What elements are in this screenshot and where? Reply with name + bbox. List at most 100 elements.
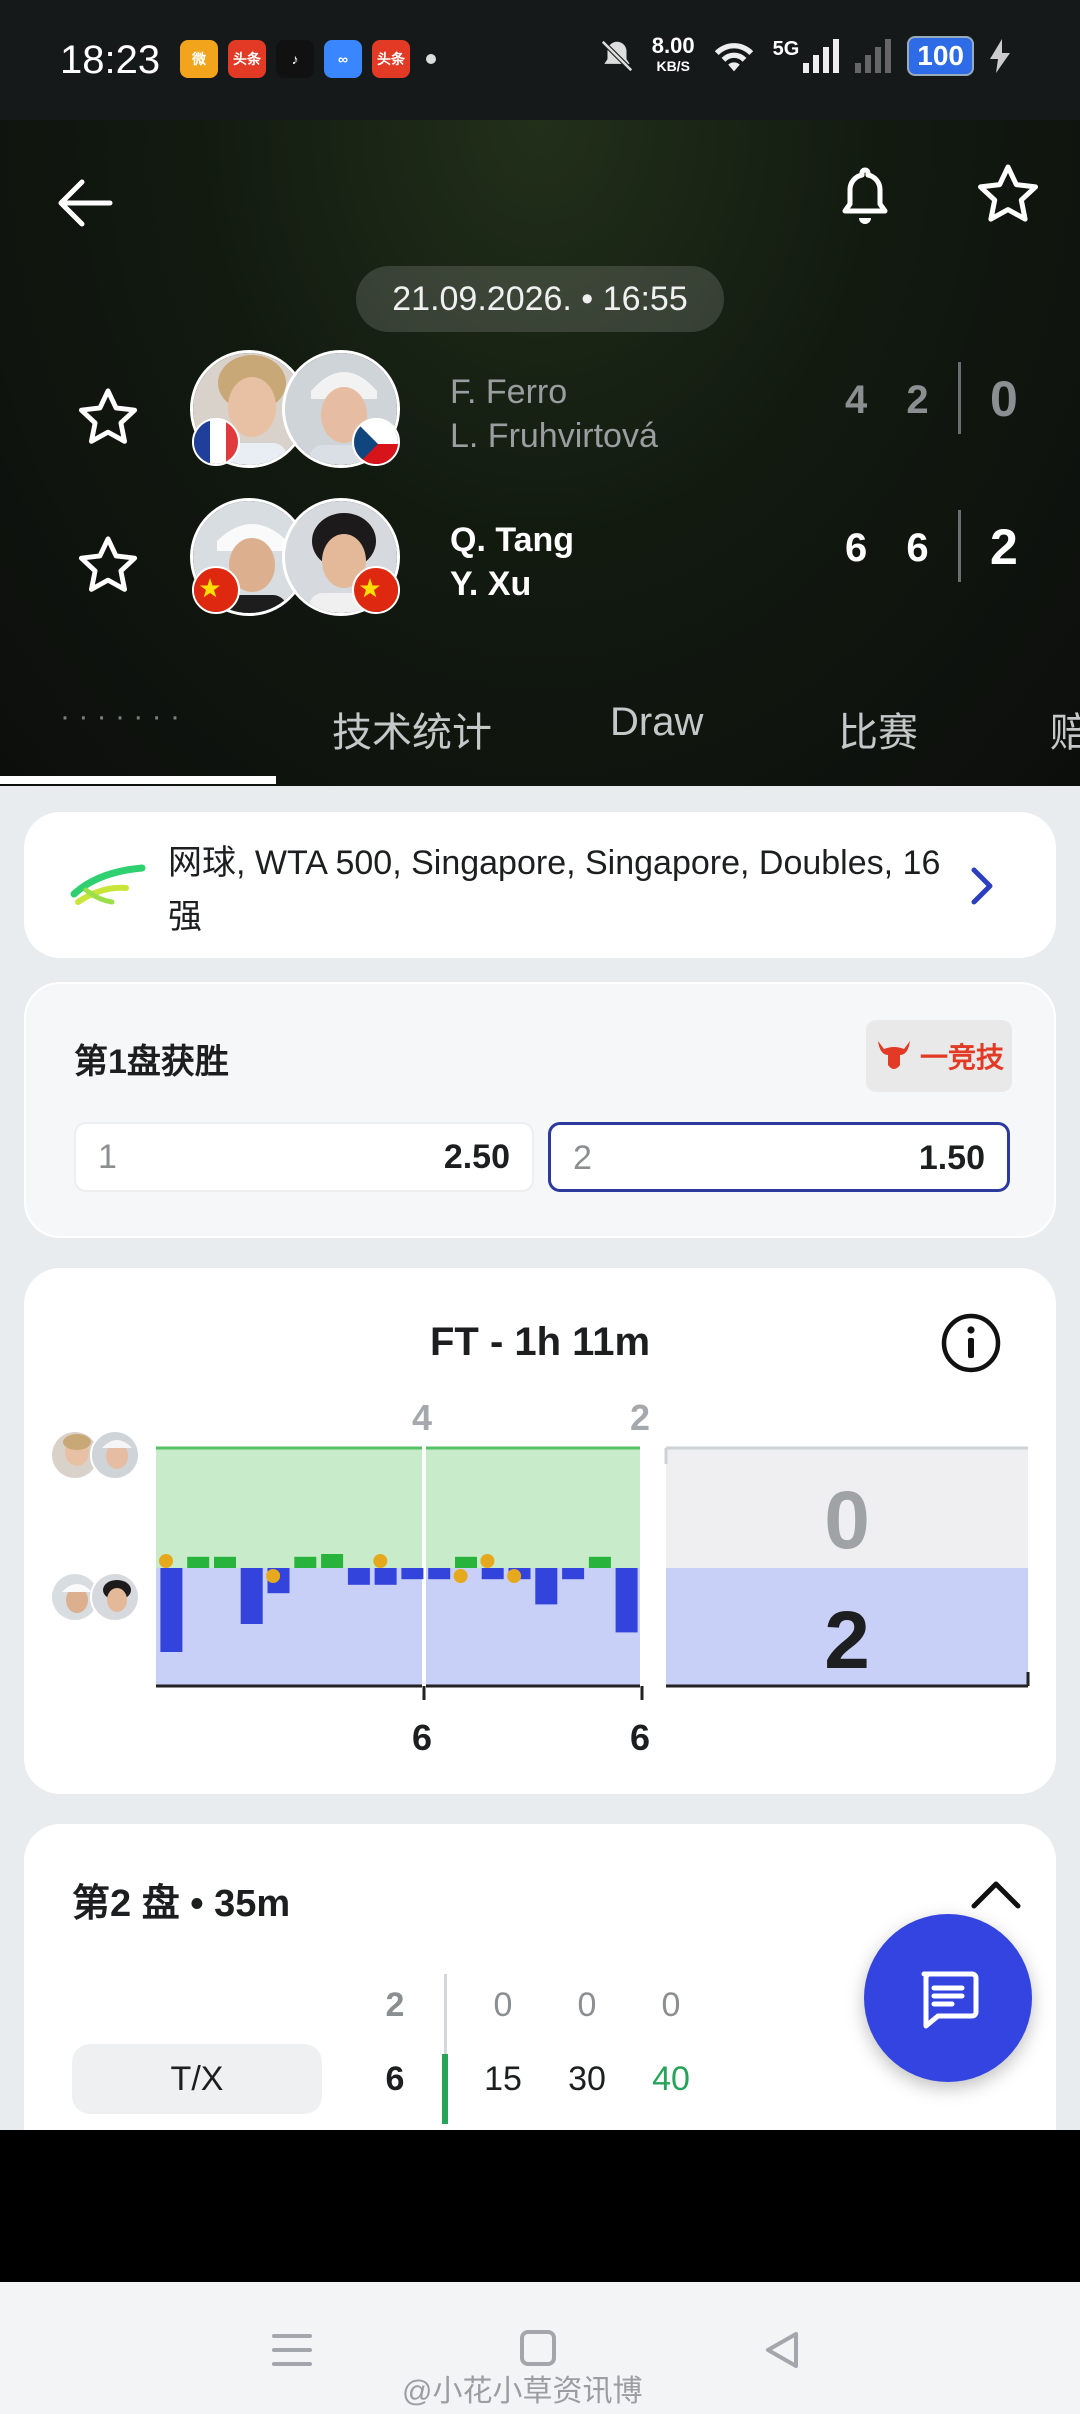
status-time: 18:23 (60, 38, 161, 82)
momentum-chart: 4 2 6 6 0 2 (156, 1397, 1030, 1758)
odds-option-2[interactable]: 2 1.50 (548, 1122, 1010, 1192)
odds-market-title: 第1盘获胜 (74, 1043, 229, 1081)
team-favorite-star-icon[interactable] (76, 386, 140, 450)
league-card[interactable]: 网球, WTA 500, Singapore, Singapore, Doubl… (24, 812, 1056, 958)
game-bar (428, 1568, 451, 1580)
set-scores: 6 6 (845, 526, 943, 570)
top-point: 0 (577, 1986, 597, 2024)
chat-button[interactable] (864, 1914, 1032, 2082)
chevron-right-icon[interactable] (962, 862, 1002, 910)
score-top: 0 (824, 1475, 870, 1566)
sets-won: 0 (990, 371, 1018, 427)
team-names: F. Ferro L. Fruhvirtová (450, 370, 658, 458)
set1-bottom-label: 6 (412, 1717, 432, 1758)
game-bar (240, 1568, 263, 1624)
set1-top-label: 4 (412, 1397, 432, 1438)
game-bar (455, 1556, 477, 1568)
tab-stats[interactable]: 技术统计 (332, 700, 492, 758)
set2-bottom-label: 6 (630, 1717, 650, 1758)
odds-card: 第1盘获胜 一竞技 1 2.50 2 1.50 (24, 982, 1056, 1238)
top-set-score: 2 (385, 1986, 405, 2024)
status-indicators: 8.00 KB/S 5G 100 (598, 33, 1010, 76)
game-bar (321, 1554, 344, 1568)
league-info: 网球, WTA 500, Singapore, Singapore, Doubl… (168, 844, 941, 936)
serving-indicator (442, 2054, 448, 2124)
chart-top-area (156, 1448, 642, 1568)
sets-won: 2 (990, 519, 1018, 575)
game-bar (160, 1568, 183, 1652)
game-bar (562, 1568, 585, 1580)
charging-icon (990, 39, 1010, 73)
match-datetime: 21.09.2026. • 16:55 (356, 266, 724, 332)
team-row-1[interactable]: F. Ferro L. Fruhvirtová 4 2 0 (0, 350, 1080, 480)
more-notifications-dot (426, 54, 436, 64)
odds-value: 2.50 (443, 1138, 510, 1176)
game-bar (347, 1568, 370, 1585)
status-bar: 18:23 微头条 ♪ ∞ 头条 8.00 KB/S 5G 100 (0, 0, 1080, 120)
bottom-set-score: 6 (385, 2060, 405, 2098)
team-favorite-star-icon[interactable] (76, 534, 140, 598)
weibo-app-icon: 微 (180, 40, 218, 78)
game-bar (481, 1568, 504, 1580)
mute-bell-icon (600, 40, 633, 72)
game-bar (374, 1568, 397, 1585)
tab-matches[interactable]: 比赛 (838, 700, 918, 758)
set2-title: 第2 盘 • 35m (72, 1883, 291, 1925)
player-name: L. Fruhvirtová (450, 417, 658, 455)
wta-logo-icon (70, 864, 146, 905)
home-icon[interactable] (518, 2328, 558, 2368)
odds-label: 1 (98, 1138, 117, 1176)
flag-czech-icon (352, 418, 400, 466)
watermark: @小花小草资讯博 (402, 2375, 643, 2408)
tab-bar: · · · · · · · 技术统计 Draw 比赛 赔 (0, 680, 1080, 784)
set2-top-label: 2 (630, 1397, 650, 1438)
tiktok-app-icon: ♪ (276, 40, 314, 78)
toutiao-lite-app-icon: 头条 (372, 40, 410, 78)
game-bar (588, 1556, 611, 1568)
signal-icon (803, 39, 840, 73)
tab-draw[interactable]: Draw (610, 700, 703, 745)
flag-france-icon (192, 418, 240, 466)
player-name: F. Ferro (450, 373, 568, 411)
team-names: Q. Tang Y. Xu (450, 518, 574, 606)
top-point: 0 (493, 1986, 513, 2024)
tennis-ball-icon (507, 1569, 522, 1583)
team-row-2[interactable]: Q. Tang Y. Xu 6 6 2 (0, 498, 1080, 628)
bell-icon[interactable] (835, 162, 895, 232)
flag-china-icon (352, 566, 400, 614)
flag-china-icon (192, 566, 240, 614)
odds-option-1[interactable]: 1 2.50 (74, 1122, 534, 1192)
odds-label: 2 (573, 1139, 592, 1177)
bookmaker-badge[interactable]: 一竞技 (866, 1020, 1012, 1092)
game-bar (294, 1556, 317, 1568)
bottom-point: 30 (568, 2060, 606, 2098)
point-table: T/X 2 6 0 0 0 15 30 40 (72, 1974, 972, 2130)
table-divider (444, 1974, 447, 2054)
tennis-ball-icon (266, 1569, 281, 1583)
favorite-star-icon[interactable] (975, 162, 1041, 228)
momentum-chart-card: FT - 1h 11m 4 2 6 6 0 2 (24, 1268, 1056, 1794)
back-arrow-icon[interactable] (50, 168, 120, 238)
tab-odds[interactable]: 赔 (1050, 700, 1080, 758)
serving-team-label: T/X (72, 2044, 322, 2114)
active-tab-indicator (0, 776, 276, 784)
tennis-ball-icon (480, 1554, 495, 1568)
score-divider (958, 362, 961, 434)
tab-overview[interactable]: · · · · · · · (60, 700, 180, 734)
tennis-ball-icon (453, 1569, 468, 1583)
menu-icon[interactable] (270, 2328, 314, 2372)
game-bar (615, 1568, 638, 1633)
chat-icon (921, 1971, 979, 2029)
player-name: Q. Tang (450, 521, 575, 559)
set-scores: 4 2 (845, 378, 943, 422)
back-icon[interactable] (762, 2328, 802, 2372)
notification-icons: 微头条 ♪ ∞ 头条 (180, 40, 436, 78)
score-divider (958, 510, 961, 582)
odds-value: 1.50 (918, 1139, 985, 1177)
chevron-up-icon[interactable] (968, 1874, 1024, 1914)
top-point: 0 (661, 1986, 681, 2024)
tennis-ball-icon (373, 1554, 388, 1568)
game-bar (535, 1568, 558, 1605)
network-speed: 8.00 KB/S (651, 33, 695, 75)
chart-bottom-area (156, 1568, 642, 1686)
